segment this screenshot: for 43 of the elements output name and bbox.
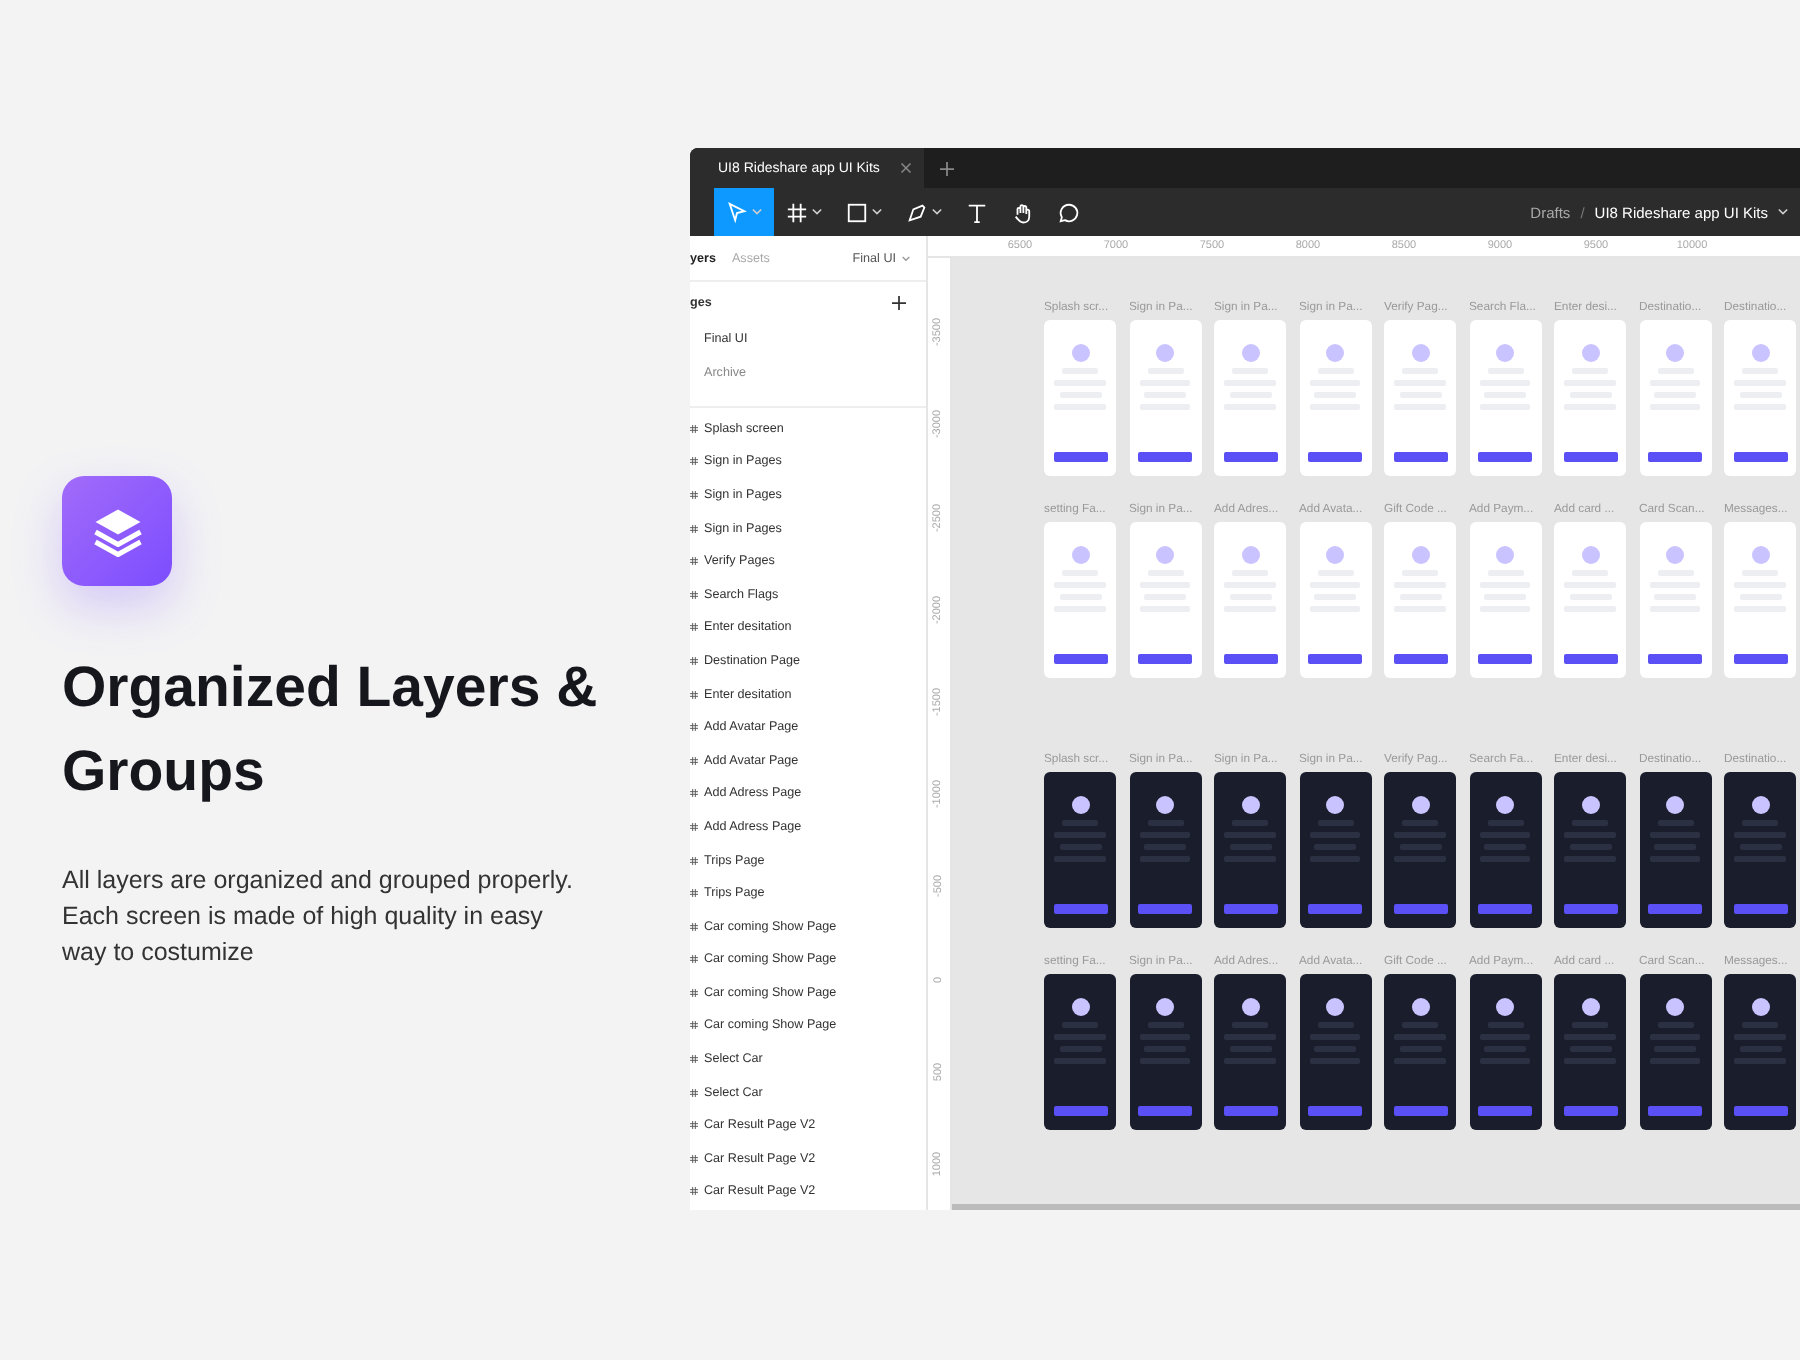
square-icon	[846, 201, 868, 223]
add-page-icon[interactable]	[892, 295, 906, 309]
frame-icon	[690, 921, 698, 932]
pen-icon	[906, 201, 928, 223]
text-icon	[966, 201, 988, 223]
frame-icon	[690, 755, 698, 766]
frame-icon	[690, 423, 698, 434]
frame-icon	[690, 1153, 698, 1164]
frame-icon	[690, 456, 698, 467]
frame-icon	[690, 954, 698, 965]
add-tab-icon[interactable]	[939, 161, 954, 175]
frame-icon	[690, 1054, 698, 1065]
frame-icon	[690, 1087, 698, 1098]
caret-icon[interactable]	[1778, 208, 1788, 216]
frame-icon	[690, 788, 698, 799]
caret-icon	[872, 208, 882, 216]
description-text: All layers are organized and grouped properly. Each screen is made of high quality in easy way to costumize	[62, 864, 575, 970]
close-icon[interactable]	[899, 162, 912, 174]
heading: Organized Layers & Groups	[62, 654, 600, 808]
caret-icon	[902, 255, 910, 261]
frame-icon	[690, 1120, 698, 1131]
frame-icon	[690, 589, 698, 600]
frame-icon	[690, 888, 698, 899]
frame-icon	[690, 556, 698, 567]
frame-icon	[690, 855, 698, 866]
frame-icon	[690, 689, 698, 700]
frame-icon	[690, 987, 698, 998]
frame-icon	[690, 622, 698, 633]
layers-logo-icon	[62, 476, 172, 586]
frame-icon	[786, 201, 808, 223]
frame-icon	[690, 1020, 698, 1031]
cursor-icon	[726, 201, 748, 223]
hand-icon	[1012, 201, 1034, 223]
frame-icon	[690, 821, 698, 832]
frame-icon	[690, 722, 698, 733]
frame-icon	[690, 1186, 698, 1197]
frame-icon	[690, 523, 698, 534]
caret-icon	[932, 208, 942, 216]
caret-icon	[812, 208, 822, 216]
frame-icon	[690, 655, 698, 666]
speech-bubble-icon	[1058, 201, 1080, 223]
frame-icon	[690, 489, 698, 500]
caret-icon	[752, 208, 762, 216]
